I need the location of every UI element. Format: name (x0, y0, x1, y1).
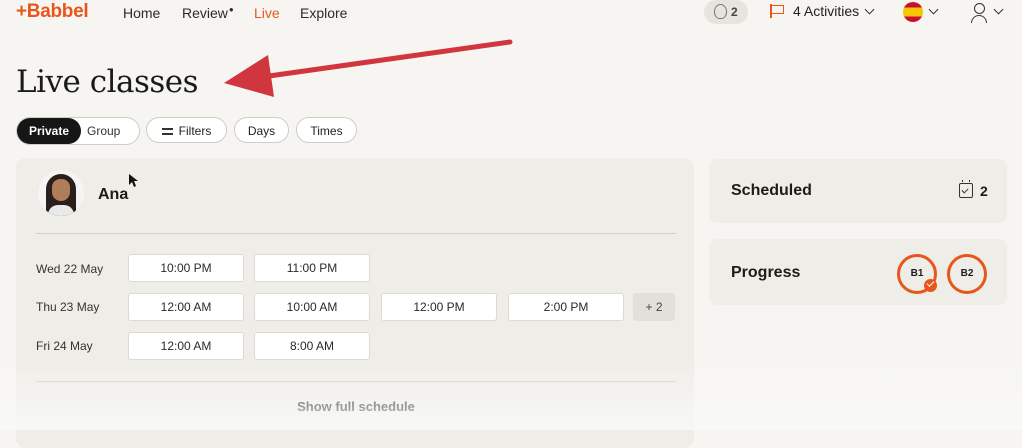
days-button[interactable]: Days (234, 117, 289, 143)
filters-label: Filters (178, 124, 212, 138)
level-b2-badge[interactable]: B2 (947, 254, 987, 294)
avatar[interactable] (38, 170, 84, 216)
filters-button[interactable]: Filters (146, 117, 227, 143)
day-label-thu: Thu 23 May (36, 300, 100, 314)
time-slot[interactable]: 10:00 AM (254, 293, 370, 321)
group-option[interactable]: Group (87, 118, 129, 144)
show-full-schedule-button[interactable]: Show full schedule (36, 399, 676, 414)
class-type-toggle: Private Group (16, 117, 140, 145)
time-slot[interactable]: 12:00 PM (381, 293, 497, 321)
divider (36, 381, 676, 382)
time-slot[interactable]: 10:00 PM (128, 254, 244, 282)
day-label-fri: Fri 24 May (36, 339, 93, 353)
scheduled-count: 2 (980, 183, 988, 199)
scheduled-panel[interactable]: Scheduled 2 (709, 159, 1007, 223)
time-slot[interactable]: 11:00 PM (254, 254, 370, 282)
day-label-wed: Wed 22 May (36, 262, 104, 276)
check-icon (924, 279, 937, 292)
time-slot[interactable]: 8:00 AM (254, 332, 370, 360)
sliders-icon (161, 127, 173, 135)
scheduled-label: Scheduled (731, 182, 812, 199)
mouse-cursor-icon (129, 174, 138, 187)
times-button[interactable]: Times (296, 117, 357, 143)
more-slots-button[interactable]: + 2 (633, 293, 675, 321)
time-slot[interactable]: 12:00 AM (128, 332, 244, 360)
divider (36, 233, 676, 234)
calendar-check-icon (959, 180, 973, 198)
tutor-name[interactable]: Ana (98, 186, 128, 204)
avatar-body (48, 205, 74, 216)
progress-label: Progress (731, 264, 801, 281)
time-slot[interactable]: 2:00 PM (508, 293, 624, 321)
avatar-face (52, 179, 70, 201)
private-option[interactable]: Private (17, 118, 81, 144)
time-slot[interactable]: 12:00 AM (128, 293, 244, 321)
